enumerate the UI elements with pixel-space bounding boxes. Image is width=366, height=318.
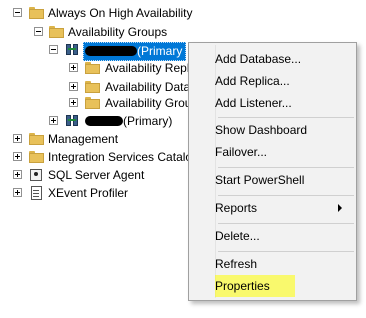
xevent-icon <box>29 186 44 200</box>
tree-node-label: Availability Groups <box>68 25 168 39</box>
tree-node-label: XEvent Profiler <box>48 186 129 200</box>
tree-node-label: Integration Services Catalo <box>48 150 188 164</box>
tree-node-listeners[interactable]: Availability Grou <box>0 93 192 113</box>
tree-node-primary-group[interactable]: (Primary <box>0 40 200 61</box>
menu-item-add-replica[interactable]: Add Replica... <box>215 70 353 92</box>
folder-icon <box>85 62 100 74</box>
menu-item-add-database[interactable]: Add Database... <box>215 48 353 70</box>
expand-icon[interactable] <box>13 170 22 179</box>
collapse-icon[interactable] <box>13 8 22 17</box>
expand-icon[interactable] <box>13 188 22 197</box>
menu-item-reports[interactable]: Reports <box>215 197 353 219</box>
folder-icon <box>29 151 44 163</box>
redacted-name <box>85 45 137 56</box>
tree-node-availability-groups[interactable]: Availability Groups <box>0 22 240 42</box>
folder-icon <box>29 133 44 145</box>
expand-icon[interactable] <box>13 134 22 143</box>
tree-node-label: Availability Grou <box>105 96 192 110</box>
menu-separator <box>218 117 354 118</box>
tree-node-xevent-profiler[interactable]: XEvent Profiler <box>0 183 185 203</box>
menu-item-refresh[interactable]: Refresh <box>215 253 353 275</box>
availability-group-icon <box>65 114 80 128</box>
folder-icon <box>85 97 100 109</box>
menu-item-failover[interactable]: Failover... <box>215 141 353 163</box>
menu-item-properties[interactable]: Properties <box>215 275 353 297</box>
expand-icon[interactable] <box>49 116 58 125</box>
menu-item-delete[interactable]: Delete... <box>215 225 353 247</box>
tree-node-label: SQL Server Agent <box>48 168 145 182</box>
menu-item-show-dashboard[interactable]: Show Dashboard <box>215 119 353 141</box>
folder-icon <box>29 7 44 19</box>
tree-node-label: Availability Repl <box>105 61 190 75</box>
menu-separator <box>218 223 354 224</box>
folder-icon <box>85 81 100 93</box>
redacted-name <box>85 115 123 126</box>
expand-icon[interactable] <box>69 82 78 91</box>
tree-node-always-on[interactable]: Always On High Availability <box>0 3 240 23</box>
tree-node-sql-server-agent[interactable]: SQL Server Agent <box>0 165 185 185</box>
tree-node-label: Management <box>48 132 119 146</box>
menu-separator <box>218 167 354 168</box>
tree-node-label: Always On High Availability <box>48 6 193 20</box>
menu-separator <box>218 195 354 196</box>
expand-icon[interactable] <box>13 152 22 161</box>
menu-item-start-powershell[interactable]: Start PowerShell <box>215 169 353 191</box>
availability-group-icon <box>65 43 80 57</box>
primary-suffix: (Primary) <box>123 114 173 128</box>
menu-item-add-listener[interactable]: Add Listener... <box>215 92 353 114</box>
expand-icon[interactable] <box>69 98 78 107</box>
context-menu: Add Database... Add Replica... Add Liste… <box>188 42 357 301</box>
tree-node-replicas[interactable]: Availability Repl <box>0 58 190 78</box>
tree-node-label: (Primary) <box>85 111 172 131</box>
submenu-arrow-icon <box>338 204 342 212</box>
object-explorer: Always On High Availability Availability… <box>0 0 366 318</box>
menu-separator <box>218 251 354 252</box>
folder-icon <box>49 26 64 38</box>
primary-suffix: (Primary <box>137 44 183 58</box>
collapse-icon[interactable] <box>34 27 43 36</box>
expand-icon[interactable] <box>69 63 78 72</box>
tree-node-integration-services[interactable]: Integration Services Catalo <box>0 147 188 167</box>
tree-node-second-group[interactable]: (Primary) <box>0 111 185 131</box>
tree-node-management[interactable]: Management <box>0 129 185 149</box>
collapse-icon[interactable] <box>49 45 58 54</box>
sql-agent-icon <box>29 168 44 182</box>
